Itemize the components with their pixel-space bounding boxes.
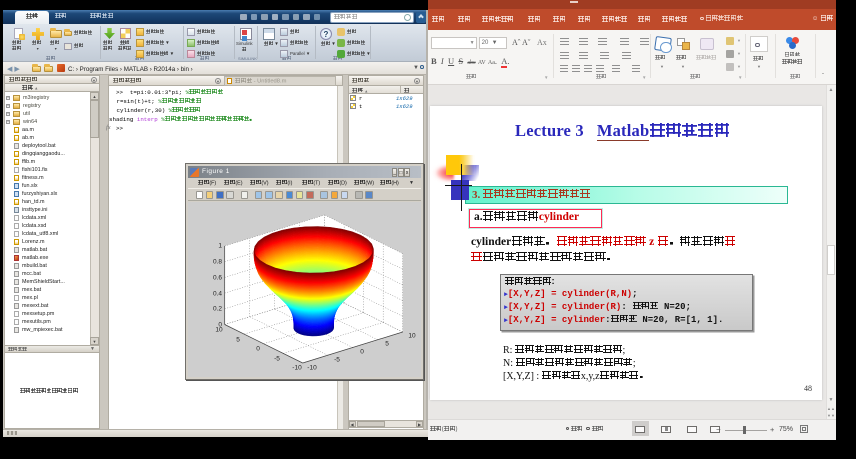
svg-text:0: 0: [360, 348, 364, 355]
svg-text:0.8: 0.8: [213, 258, 222, 265]
svg-text:5: 5: [385, 340, 389, 347]
svg-text:5: 5: [236, 336, 240, 343]
svg-text:0.2: 0.2: [213, 305, 222, 312]
svg-text:-5: -5: [334, 356, 340, 363]
svg-text:1: 1: [218, 242, 222, 249]
svg-text:0.6: 0.6: [213, 274, 222, 281]
svg-text:-5: -5: [274, 355, 280, 362]
svg-text:0: 0: [256, 345, 260, 352]
svg-text:-10: -10: [307, 364, 317, 371]
svg-text:10: 10: [408, 332, 416, 339]
svg-text:-10: -10: [292, 364, 302, 371]
svg-text:10: 10: [215, 326, 223, 333]
svg-text:0.4: 0.4: [213, 290, 222, 297]
